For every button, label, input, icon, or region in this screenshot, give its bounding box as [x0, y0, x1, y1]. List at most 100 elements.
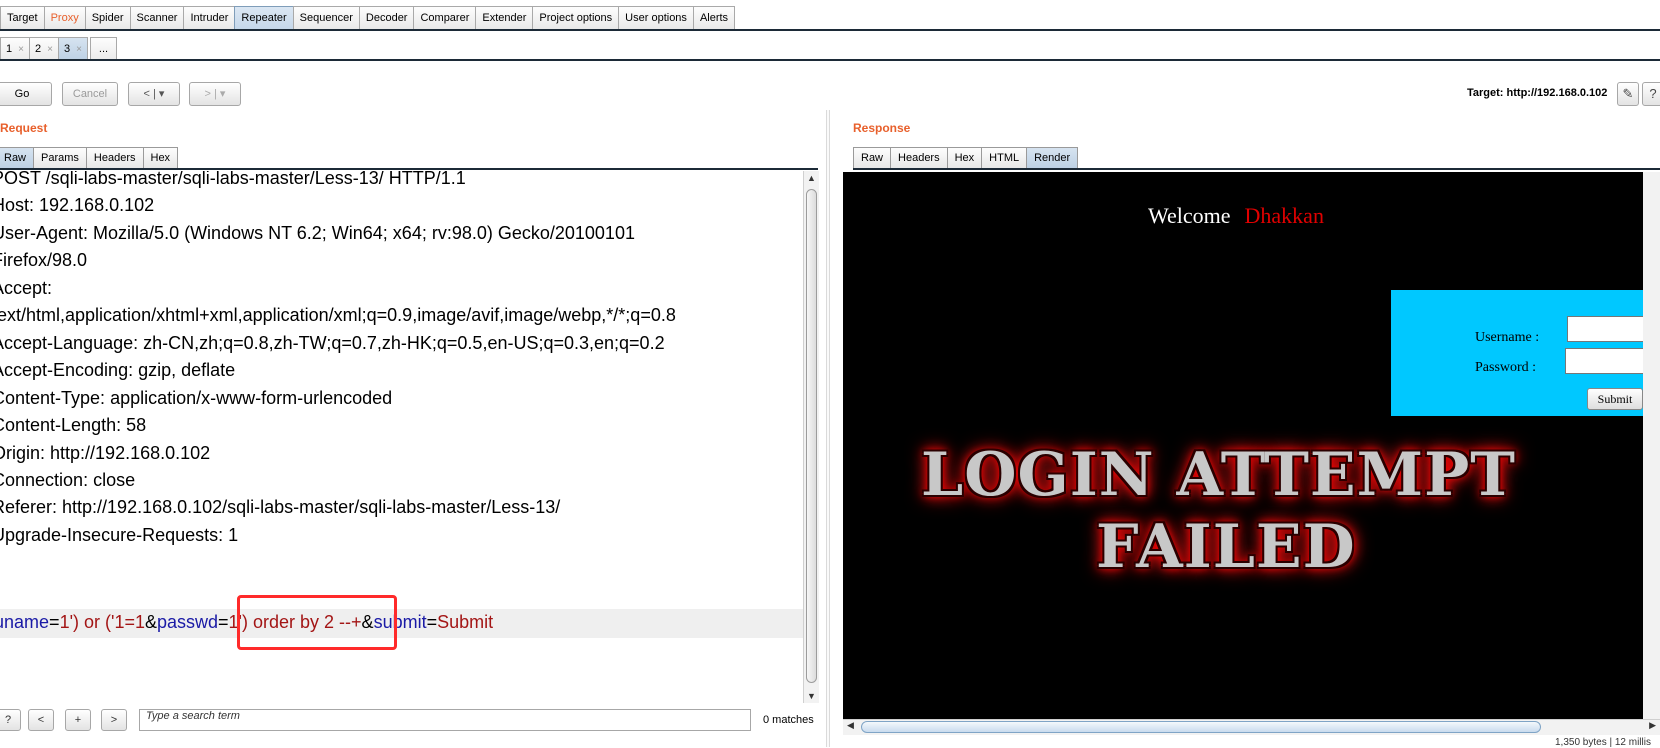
- param-value: Submit: [437, 612, 494, 632]
- go-button[interactable]: Go: [0, 82, 52, 106]
- request-line: Accept-Language: zh-CN,zh;q=0.8,zh-TW;q=…: [0, 333, 665, 353]
- close-icon[interactable]: ×: [76, 44, 82, 55]
- scroll-left-icon[interactable]: ◀: [847, 720, 854, 731]
- pencil-icon: ✎: [1622, 86, 1634, 101]
- search-match-count: 0 matches: [763, 714, 814, 726]
- submit-button[interactable]: Submit: [1587, 388, 1643, 410]
- param-equals: =: [426, 612, 438, 632]
- response-tab-divider: [853, 168, 1660, 170]
- tab-request-hex[interactable]: Hex: [142, 147, 179, 169]
- param-value: 1') or ('1=1: [59, 612, 145, 632]
- tab-request-params[interactable]: Params: [33, 147, 87, 169]
- close-icon[interactable]: ×: [18, 44, 24, 55]
- tab-intruder[interactable]: Intruder: [183, 6, 236, 30]
- request-editor[interactable]: POST /sqli-labs-master/sqli-labs-master/…: [0, 171, 804, 703]
- response-horizontal-scrollbar[interactable]: ◀ ▶: [843, 719, 1660, 735]
- scroll-down-icon[interactable]: ▼: [807, 691, 816, 701]
- help-button[interactable]: ?: [1642, 82, 1660, 106]
- request-line: Content-Type: application/x-www-form-url…: [0, 388, 393, 408]
- new-tab-button[interactable]: ...: [89, 37, 118, 61]
- request-line: POST /sqli-labs-master/sqli-labs-master/…: [0, 171, 466, 188]
- cancel-button[interactable]: Cancel: [62, 82, 118, 106]
- request-line: Host: 192.168.0.102: [0, 195, 155, 215]
- rendered-response: Welcome Dhakkan Username : Password : Sub…: [843, 172, 1660, 719]
- tab-spider[interactable]: Spider: [84, 6, 131, 30]
- param-name: passwd: [157, 612, 219, 632]
- tab-response-html[interactable]: HTML: [981, 147, 1028, 169]
- scroll-right-icon[interactable]: ▶: [1649, 720, 1656, 731]
- request-line: Content-Length: 58: [0, 415, 147, 435]
- tab-response-render[interactable]: Render: [1026, 147, 1079, 169]
- username-label: Username :: [1475, 330, 1540, 345]
- param-equals: =: [49, 612, 60, 632]
- repeater-tab-3[interactable]: 3 ×: [57, 37, 88, 61]
- history-back-button[interactable]: < | ▾: [128, 82, 180, 106]
- tool-tab-bar: Target Proxy Spider Scanner Intruder Rep…: [0, 6, 736, 30]
- annotation-highlight-box: [237, 595, 397, 650]
- param-separator: &: [144, 612, 157, 632]
- tab-sequencer[interactable]: Sequencer: [292, 6, 360, 30]
- search-next-button[interactable]: >: [101, 709, 127, 731]
- tab-user-options[interactable]: User options: [618, 6, 694, 30]
- tab-target[interactable]: Target: [0, 6, 45, 30]
- login-failed-line2: FAILED: [1096, 512, 1356, 582]
- scrollbar-thumb[interactable]: [861, 721, 1541, 733]
- welcome-heading: Welcome Dhakkan: [1148, 203, 1324, 229]
- target-label: Target: http://192.168.0.102: [1467, 87, 1608, 99]
- tab-repeater[interactable]: Repeater: [234, 6, 294, 30]
- response-status: 1,350 bytes | 12 millis: [1555, 737, 1651, 748]
- search-input[interactable]: Type a search term: [139, 709, 751, 731]
- request-view-tabs: Raw Params Headers Hex: [0, 147, 179, 169]
- request-line: Accept:: [0, 278, 53, 298]
- request-line: Upgrade-Insecure-Requests: 1: [0, 525, 239, 545]
- search-help-button[interactable]: ?: [0, 709, 21, 731]
- repeater-tab-label: 1: [6, 43, 13, 55]
- request-line: User-Agent: Mozilla/5.0 (Windows NT 6.2;…: [0, 223, 635, 243]
- pane-splitter[interactable]: [826, 110, 830, 747]
- tab-response-hex[interactable]: Hex: [946, 147, 983, 169]
- response-view-tabs: Raw Headers Hex HTML Render: [853, 147, 1079, 169]
- tab-project-options[interactable]: Project options: [532, 6, 620, 30]
- request-line: text/html,application/xhtml+xml,applicat…: [0, 305, 676, 325]
- tab-extender[interactable]: Extender: [475, 6, 534, 30]
- tab-response-headers[interactable]: Headers: [890, 147, 948, 169]
- request-title: Request: [0, 121, 48, 135]
- request-line: Referer: http://192.168.0.102/sqli-labs-…: [0, 497, 561, 517]
- request-line: Connection: close: [0, 470, 136, 490]
- scroll-up-icon[interactable]: ▲: [807, 173, 816, 183]
- repeater-tab-bar: 1 × 2 × 3 × ...: [0, 37, 118, 61]
- history-forward-button[interactable]: > | ▾: [189, 82, 241, 106]
- close-icon[interactable]: ×: [47, 44, 53, 55]
- tab-comparer[interactable]: Comparer: [413, 6, 477, 30]
- request-line: Firefox/98.0: [0, 250, 88, 270]
- tab-scanner[interactable]: Scanner: [129, 6, 185, 30]
- request-line: Accept-Encoding: gzip, deflate: [0, 360, 236, 380]
- tab-request-raw[interactable]: Raw: [0, 147, 35, 169]
- login-form: Username : Password : Submit: [1391, 290, 1660, 416]
- request-scrollbar[interactable]: ▲ ▼: [803, 171, 819, 703]
- request-tab-divider: [0, 168, 818, 170]
- repeater-tab-1[interactable]: 1 ×: [0, 37, 30, 61]
- welcome-text: Welcome: [1148, 203, 1231, 228]
- tab-decoder[interactable]: Decoder: [358, 6, 415, 30]
- param-equals: =: [218, 612, 229, 632]
- param-name: uname: [0, 612, 50, 632]
- tab-proxy[interactable]: Proxy: [43, 6, 86, 30]
- search-options-button[interactable]: +: [65, 709, 91, 731]
- login-failed-line1: LOGIN ATTEMPT: [921, 440, 1516, 510]
- repeater-tab-divider: [0, 59, 1660, 61]
- search-prev-button[interactable]: <: [28, 709, 54, 731]
- response-scrollbar[interactable]: [1643, 172, 1660, 719]
- scrollbar-thumb[interactable]: [806, 189, 817, 683]
- tab-alerts[interactable]: Alerts: [692, 6, 736, 30]
- welcome-user: Dhakkan: [1244, 203, 1324, 228]
- edit-target-button[interactable]: ✎: [1617, 82, 1639, 106]
- password-label: Password :: [1475, 360, 1537, 375]
- request-line: Origin: http://192.168.0.102: [0, 443, 211, 463]
- repeater-tab-label: 2: [34, 43, 42, 55]
- tab-response-raw[interactable]: Raw: [853, 147, 892, 169]
- repeater-tab-2[interactable]: 2 ×: [28, 37, 59, 61]
- help-icon: ?: [1649, 86, 1657, 101]
- tab-request-headers[interactable]: Headers: [85, 147, 144, 169]
- tool-tab-divider: [0, 29, 1660, 31]
